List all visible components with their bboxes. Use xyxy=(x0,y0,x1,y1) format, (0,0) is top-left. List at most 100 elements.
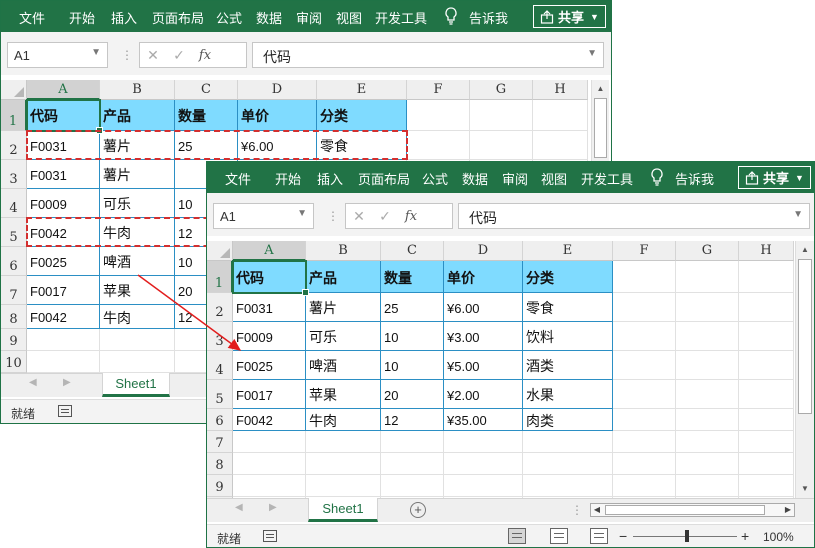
cell-e6[interactable]: 肉类 xyxy=(523,409,613,431)
enter-icon[interactable]: ✓ xyxy=(372,208,398,225)
tab-insert[interactable]: 插入 xyxy=(317,169,343,188)
row-header-9[interactable]: 9 xyxy=(1,329,27,351)
cell-g8[interactable] xyxy=(676,453,739,475)
cell-a9[interactable] xyxy=(27,329,100,351)
zoom-out-icon[interactable]: − xyxy=(619,528,627,544)
lightbulb-icon[interactable] xyxy=(650,167,664,187)
cell-c7[interactable] xyxy=(381,431,444,453)
column-header-f[interactable]: F xyxy=(407,80,470,100)
enter-icon[interactable]: ✓ xyxy=(166,47,192,64)
prev-sheet-icon[interactable]: ◀ xyxy=(235,502,243,513)
cell-g5[interactable] xyxy=(676,380,739,409)
cell-g7[interactable] xyxy=(676,431,739,453)
row-header-1[interactable]: 1 xyxy=(207,261,233,293)
cell-c5[interactable]: 20 xyxy=(381,380,444,409)
row-header-1[interactable]: 1 xyxy=(1,100,27,131)
column-header-h[interactable]: H xyxy=(739,241,794,261)
scroll-down-icon[interactable]: ▼ xyxy=(796,482,814,496)
cell-b9[interactable] xyxy=(306,475,381,497)
cell-c8[interactable] xyxy=(381,453,444,475)
cell-a6[interactable]: F0042 xyxy=(233,409,306,431)
name-box[interactable]: A1 ▼ xyxy=(7,42,108,68)
lightbulb-icon[interactable] xyxy=(444,6,458,26)
cell-g4[interactable] xyxy=(676,351,739,380)
cell-f3[interactable] xyxy=(613,322,676,351)
cell-e5[interactable]: 水果 xyxy=(523,380,613,409)
vertical-scrollbar[interactable]: ▲ ▼ xyxy=(795,241,814,498)
cell-h2[interactable] xyxy=(533,131,588,160)
column-header-a[interactable]: A xyxy=(233,241,306,261)
row-header-2[interactable]: 2 xyxy=(207,293,233,322)
cell-a4[interactable]: F0025 xyxy=(233,351,306,380)
row-header-2[interactable]: 2 xyxy=(1,131,27,160)
cell-e7[interactable] xyxy=(523,431,613,453)
tell-me[interactable]: 告诉我 xyxy=(469,8,508,27)
macro-record-icon[interactable] xyxy=(263,530,277,542)
cell-f6[interactable] xyxy=(613,409,676,431)
prev-sheet-icon[interactable]: ◀ xyxy=(29,377,37,388)
row-header-4[interactable]: 4 xyxy=(1,189,27,218)
column-header-c[interactable]: C xyxy=(381,241,444,261)
scroll-up-icon[interactable]: ▲ xyxy=(592,82,609,96)
scroll-thumb[interactable] xyxy=(594,98,607,158)
cell-d1[interactable]: 单价 xyxy=(238,100,317,131)
tab-review[interactable]: 审阅 xyxy=(296,8,322,27)
cancel-icon[interactable]: ✕ xyxy=(140,47,166,64)
worksheet-grid[interactable]: A B C D E F G H 1 代码 产品 数量 单价 分类 2 F0031 薯片 25 ¥6.00 零食 3 F00… xyxy=(207,241,795,519)
cell-c1[interactable]: 数量 xyxy=(175,100,238,131)
cell-b8[interactable] xyxy=(306,453,381,475)
tab-home[interactable]: 开始 xyxy=(69,8,95,27)
cell-h4[interactable] xyxy=(739,351,794,380)
row-header-9[interactable]: 9 xyxy=(207,475,233,497)
row-header-6[interactable]: 6 xyxy=(1,247,27,276)
tell-me[interactable]: 告诉我 xyxy=(675,169,714,188)
cell-e3[interactable]: 饮料 xyxy=(523,322,613,351)
cell-d8[interactable] xyxy=(444,453,523,475)
scroll-left-icon[interactable]: ◀ xyxy=(591,504,603,516)
tab-developer[interactable]: 开发工具 xyxy=(375,8,427,27)
tab-data[interactable]: 数据 xyxy=(256,8,282,27)
cell-f2[interactable] xyxy=(613,293,676,322)
cell-b5[interactable]: 苹果 xyxy=(306,380,381,409)
column-header-b[interactable]: B xyxy=(100,80,175,100)
chevron-down-icon[interactable]: ▼ xyxy=(590,12,599,22)
cell-g1[interactable] xyxy=(470,100,533,131)
tab-home[interactable]: 开始 xyxy=(275,169,301,188)
column-header-a[interactable]: A xyxy=(27,80,100,100)
column-header-d[interactable]: D xyxy=(238,80,317,100)
cell-g2[interactable] xyxy=(676,293,739,322)
cell-h7[interactable] xyxy=(739,431,794,453)
cell-d1[interactable]: 单价 xyxy=(444,261,523,293)
hscroll-thumb[interactable] xyxy=(605,505,765,515)
zoom-level[interactable]: 100% xyxy=(763,530,794,544)
cell-f2[interactable] xyxy=(407,131,470,160)
row-header-6[interactable]: 6 xyxy=(207,409,233,431)
tab-page-layout[interactable]: 页面布局 xyxy=(152,8,204,27)
row-header-7[interactable]: 7 xyxy=(207,431,233,453)
cell-a8[interactable] xyxy=(233,453,306,475)
cell-a5[interactable]: F0017 xyxy=(233,380,306,409)
cell-a7[interactable]: F0017 xyxy=(27,276,100,305)
cell-b3[interactable]: 可乐 xyxy=(306,322,381,351)
share-button[interactable]: 共享 ▼ xyxy=(738,166,811,189)
cell-h5[interactable] xyxy=(739,380,794,409)
cell-b7[interactable]: 苹果 xyxy=(100,276,175,305)
column-header-c[interactable]: C xyxy=(175,80,238,100)
cell-a8[interactable]: F0042 xyxy=(27,305,100,329)
scroll-right-icon[interactable]: ▶ xyxy=(782,504,794,516)
column-header-e[interactable]: E xyxy=(523,241,613,261)
column-header-g[interactable]: G xyxy=(676,241,739,261)
macro-record-icon[interactable] xyxy=(58,405,72,417)
cell-h3[interactable] xyxy=(739,322,794,351)
insert-function-icon[interactable]: fx xyxy=(398,209,424,224)
row-header-3[interactable]: 3 xyxy=(207,322,233,351)
cell-a3[interactable]: F0031 xyxy=(27,160,100,189)
cell-e1[interactable]: 分类 xyxy=(317,100,407,131)
name-box[interactable]: A1 ▼ xyxy=(213,203,314,229)
column-header-b[interactable]: B xyxy=(306,241,381,261)
cell-b9[interactable] xyxy=(100,329,175,351)
column-header-d[interactable]: D xyxy=(444,241,523,261)
chevron-down-icon[interactable]: ▼ xyxy=(795,173,804,183)
cell-b3[interactable]: 薯片 xyxy=(100,160,175,189)
active-cell-a1[interactable] xyxy=(26,99,103,134)
